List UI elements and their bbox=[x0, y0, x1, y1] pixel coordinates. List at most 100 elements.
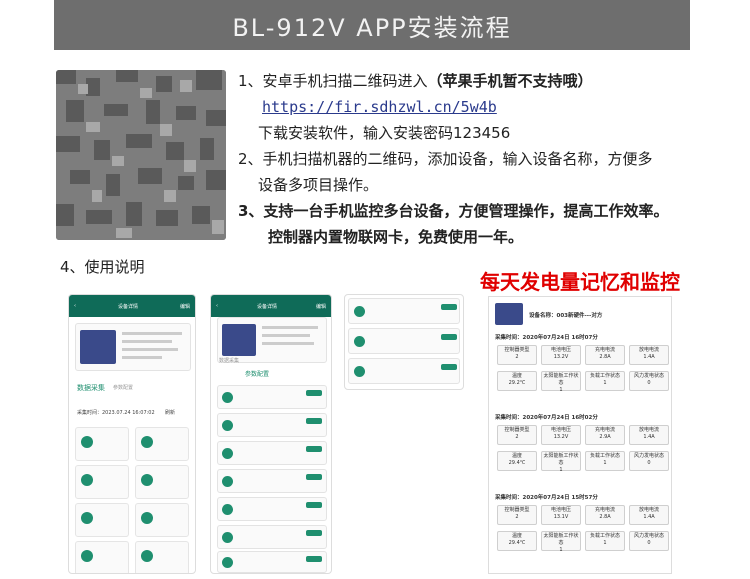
record-cell: 放电电流 1.4A bbox=[629, 505, 669, 525]
records-panel: 设备名称：003新硬件---对方 采集时间：2020年07月24日 16时07分… bbox=[488, 296, 672, 574]
cell-label: 放电电流 bbox=[638, 347, 659, 353]
page-banner: BL-912V APP安装流程 bbox=[54, 0, 690, 50]
record-cell: 风力发电状态 0 bbox=[629, 451, 669, 471]
tile-solar bbox=[135, 503, 189, 537]
record-time: 采集时间：2020年07月24日 15时57分 bbox=[495, 495, 598, 501]
step-1-note: （苹果手机暂不支持哦） bbox=[427, 72, 593, 90]
record-cell: 放电电流 1.4A bbox=[629, 345, 669, 365]
step-1-detail: 下载安装软件，输入安装密码123456 bbox=[258, 124, 511, 142]
cell-value: 0 bbox=[647, 380, 651, 386]
cell-value: 2.9A bbox=[599, 434, 611, 440]
record-cell: 充电电流 2.9A bbox=[585, 425, 625, 445]
device-name: 设备名称：003新硬件---对方 bbox=[529, 313, 603, 319]
cell-label: 充电电流 bbox=[594, 427, 615, 433]
cell-value: 29.4℃ bbox=[508, 460, 526, 466]
cell-value: 1.4A bbox=[643, 514, 655, 520]
cell-value: 13.2V bbox=[553, 354, 569, 360]
back-icon[interactable]: ‹ bbox=[216, 303, 218, 309]
cell-value: 1.4A bbox=[643, 434, 655, 440]
cell-value: 2 bbox=[515, 514, 519, 520]
record-cell: 负载工作状态 1 bbox=[585, 451, 625, 471]
edit-button[interactable]: 编辑 bbox=[316, 303, 326, 310]
record-cell: 温度 29.4℃ bbox=[497, 531, 537, 551]
record-cell: 电池电压 13.2V bbox=[541, 425, 581, 445]
record-cell: 风力发电状态 0 bbox=[629, 371, 669, 391]
cell-label: 太阳能板工作状态 bbox=[543, 453, 579, 466]
param-row bbox=[217, 525, 327, 549]
record-cell: 太阳能板工作状态 1 bbox=[541, 371, 581, 393]
banner-title: BL-912V APP安装流程 bbox=[232, 13, 512, 42]
usage-heading: 4、使用说明 bbox=[60, 258, 145, 276]
cell-label: 充电电流 bbox=[594, 507, 615, 513]
device-photo bbox=[80, 330, 116, 364]
tile-controller bbox=[75, 427, 129, 461]
record-cell: 温度 29.2℃ bbox=[497, 371, 537, 391]
cell-label: 放电电流 bbox=[638, 427, 659, 433]
cell-value: 1 bbox=[603, 460, 607, 466]
cell-value: 0 bbox=[647, 540, 651, 546]
install-steps: 1、安卓手机扫描二维码进入（苹果手机暂不支持哦） https://fir.sdh… bbox=[238, 68, 743, 250]
step-1-text: 1、安卓手机扫描二维码进入 bbox=[238, 72, 428, 90]
param-row bbox=[217, 385, 327, 409]
device-photo bbox=[222, 324, 256, 356]
cell-value: 1 bbox=[559, 547, 563, 553]
phone1-title: 设备详情 bbox=[117, 303, 138, 310]
device-card bbox=[75, 323, 191, 371]
collect-time: 采集时间：2023.07.24 16:07:02 bbox=[77, 410, 155, 416]
param-row bbox=[217, 413, 327, 437]
cell-value: 1 bbox=[559, 467, 563, 473]
cell-value: 2 bbox=[515, 354, 519, 360]
download-link[interactable]: https://fir.sdhzwl.cn/5w4b bbox=[238, 98, 497, 116]
cell-label: 负载工作状态 bbox=[589, 373, 620, 379]
edit-button[interactable]: 编辑 bbox=[180, 303, 190, 310]
param-row bbox=[217, 441, 327, 465]
tab-params[interactable]: 参数配置 bbox=[113, 384, 133, 391]
cell-label: 太阳能板工作状态 bbox=[543, 373, 579, 386]
phone1-topbar: ‹ 设备详情 编辑 bbox=[69, 295, 195, 317]
tile-discharge bbox=[135, 465, 189, 499]
param-row bbox=[217, 469, 327, 493]
param-row bbox=[348, 358, 460, 384]
record-cell: 充电电流 2.8A bbox=[585, 345, 625, 365]
cell-label: 电池电压 bbox=[550, 427, 571, 433]
record-cell: 电池电压 13.1V bbox=[541, 505, 581, 525]
cell-value: 1 bbox=[603, 380, 607, 386]
record-cell: 太阳能板工作状态 1 bbox=[541, 451, 581, 473]
record-cell: 负载工作状态 1 bbox=[585, 371, 625, 391]
tile-temperature bbox=[75, 503, 129, 537]
refresh-button[interactable]: 刷新 bbox=[165, 409, 175, 416]
phone2-title: 设备详情 bbox=[256, 303, 277, 310]
record-cell: 放电电流 1.4A bbox=[629, 425, 669, 445]
record-cell: 风力发电状态 0 bbox=[629, 531, 669, 551]
phone-screen-1: ‹ 设备详情 编辑 数据采集 参数配置 采集时间：2023.07.24 16:07:… bbox=[68, 294, 196, 574]
cell-label: 控制器类型 bbox=[504, 427, 530, 433]
cell-label: 电池电压 bbox=[550, 347, 571, 353]
cell-value: 29.2℃ bbox=[508, 380, 526, 386]
phone-screen-3 bbox=[344, 294, 464, 390]
cell-label: 控制器类型 bbox=[504, 347, 530, 353]
cell-value: 13.2V bbox=[553, 434, 569, 440]
tab-data[interactable]: 数据采集 bbox=[219, 357, 239, 364]
cell-label: 负载工作状态 bbox=[589, 533, 620, 539]
cell-label: 温度 bbox=[511, 373, 522, 379]
tile-charge bbox=[75, 465, 129, 499]
cell-label: 负载工作状态 bbox=[589, 453, 620, 459]
cell-value: 1.4A bbox=[643, 354, 655, 360]
cell-value: 2.8A bbox=[599, 354, 611, 360]
param-row bbox=[217, 497, 327, 521]
tab-params[interactable]: 参数配置 bbox=[245, 369, 269, 378]
step-2-cont: 设备多项目操作。 bbox=[258, 176, 379, 194]
step-1: 1、安卓手机扫描二维码进入（苹果手机暂不支持哦） bbox=[238, 68, 743, 94]
param-row bbox=[348, 298, 460, 324]
back-icon[interactable]: ‹ bbox=[74, 303, 76, 309]
tab-data[interactable]: 数据采集 bbox=[77, 383, 105, 393]
cell-label: 风力发电状态 bbox=[633, 453, 664, 459]
qr-code-icon[interactable] bbox=[56, 70, 226, 240]
step-3-cont: 控制器内置物联网卡，免费使用一年。 bbox=[268, 228, 524, 246]
cell-label: 电池电压 bbox=[550, 507, 571, 513]
cell-value: 0 bbox=[647, 460, 651, 466]
record-time: 采集时间：2020年07月24日 16时07分 bbox=[495, 335, 598, 341]
record-cell: 电池电压 13.2V bbox=[541, 345, 581, 365]
param-row bbox=[217, 551, 327, 573]
record-cell: 太阳能板工作状态 1 bbox=[541, 531, 581, 553]
